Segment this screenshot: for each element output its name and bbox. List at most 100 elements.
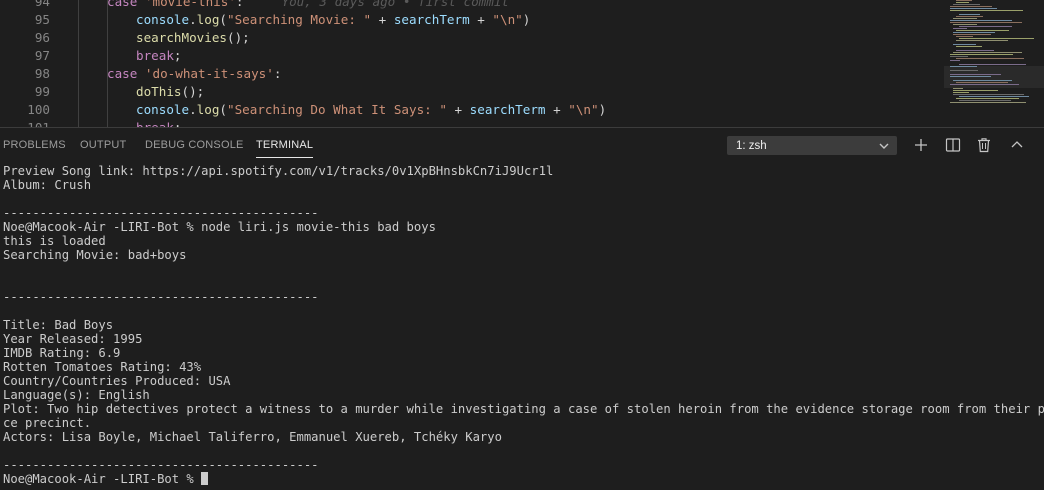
minimap-line <box>953 90 998 91</box>
code-text: doThis(); <box>136 83 204 101</box>
terminal-select[interactable]: 1: zsh <box>727 136 897 155</box>
code-token: break <box>136 120 174 127</box>
minimap-line <box>950 54 1013 55</box>
terminal-line: Rotten Tomatoes Rating: 43% <box>3 360 202 374</box>
code-token: ) <box>598 102 607 117</box>
chevron-up-icon[interactable] <box>1008 136 1026 154</box>
minimap-line <box>950 6 992 7</box>
code-token: (); <box>227 30 250 45</box>
line-number: 99 <box>34 84 50 99</box>
code-token: console <box>136 12 190 27</box>
terminal-prompt-line[interactable]: Noe@Macook-Air -LIRI-Bot % <box>3 472 1041 486</box>
code-line[interactable]: 99 doThis(); <box>0 83 940 101</box>
minimap-line <box>950 20 1012 21</box>
minimap-line <box>953 52 1022 53</box>
minimap-line <box>950 22 1022 23</box>
minimap-line <box>959 26 1012 27</box>
terminal-line: ----------------------------------------… <box>3 290 319 304</box>
tab-output[interactable]: OUTPUT <box>80 128 126 162</box>
code-line[interactable]: 98 case 'do-what-it-says': <box>0 65 940 83</box>
minimap[interactable] <box>940 0 1044 127</box>
code-line[interactable]: 95 console.log("Searching Movie: " + sear… <box>0 11 940 29</box>
code-token: + <box>469 12 493 27</box>
split-terminal-icon[interactable] <box>944 136 962 154</box>
terminal-line: Language(s): English <box>3 388 150 402</box>
code-token: ( <box>219 12 228 27</box>
code-token: searchMovies <box>136 30 227 45</box>
code-line[interactable]: 100 console.log("Searching Do What It Say… <box>0 101 940 119</box>
minimap-line <box>959 64 1026 65</box>
minimap-line <box>950 76 991 77</box>
code-text: break; <box>136 47 182 65</box>
tab-problems[interactable]: PROBLEMS <box>3 128 66 162</box>
code-editor[interactable]: 94 case 'movie-this': You, 3 days ago • fi… <box>0 0 1044 127</box>
code-token: log <box>196 12 220 27</box>
minimap-line <box>956 16 983 17</box>
code-token: case <box>107 0 145 9</box>
terminal-line: ----------------------------------------… <box>3 206 319 220</box>
terminal-line: ----------------------------------------… <box>3 458 319 472</box>
terminal-line: Plot: Two hip detectives protect a witne… <box>3 402 1044 416</box>
code-token: break <box>136 48 174 63</box>
minimap-line <box>953 4 980 5</box>
code-token: : <box>235 0 244 9</box>
code-line[interactable]: 94 case 'movie-this': You, 3 days ago • fi… <box>0 0 940 11</box>
minimap-line <box>950 60 960 61</box>
code-token: "\n" <box>568 102 599 117</box>
minimap-line <box>956 36 973 37</box>
terminal-output[interactable]: Preview Song link: https://api.spotify.c… <box>3 164 1044 486</box>
terminal-line: Actors: Lisa Boyle, Michael Taliferro, E… <box>3 430 502 444</box>
code-token: case <box>107 66 145 81</box>
trash-icon[interactable] <box>975 136 993 154</box>
line-number: 97 <box>34 48 50 63</box>
minimap-line <box>950 66 977 67</box>
code-token: + <box>371 12 394 27</box>
terminal-cursor <box>201 472 209 485</box>
terminal-select-value: 1: zsh <box>736 140 767 152</box>
code-token: ; <box>173 48 182 63</box>
minimap-line <box>953 24 977 25</box>
code-token: + <box>446 102 470 117</box>
code-token: "\n" <box>492 12 523 27</box>
minimap-line <box>950 56 968 57</box>
code-token: "Searching Movie: " <box>227 12 372 27</box>
git-blame-annotation: You, 3 days ago • first commit <box>281 0 509 9</box>
line-number: 96 <box>34 30 50 45</box>
minimap-line <box>953 18 977 19</box>
minimap-line <box>953 92 969 93</box>
terminal-lines: Preview Song link: https://api.spotify.c… <box>3 164 1044 472</box>
tab-debug-console[interactable]: DEBUG CONSOLE <box>145 128 244 162</box>
minimap-line <box>956 98 1019 99</box>
code-token: (); <box>181 84 205 99</box>
minimap-line <box>959 14 980 15</box>
terminal-line: Preview Song link: https://api.spotify.c… <box>3 164 554 178</box>
code-token: log <box>196 102 220 117</box>
code-token: searchTerm <box>393 12 470 27</box>
code-token: ) <box>522 12 531 27</box>
new-terminal-icon[interactable] <box>912 136 930 154</box>
minimap-line <box>950 70 978 71</box>
line-number: 94 <box>34 0 50 9</box>
minimap-line <box>953 94 1024 95</box>
code-token: . <box>189 12 197 27</box>
minimap-line <box>953 32 995 33</box>
code-line[interactable]: 96 searchMovies(); <box>0 29 940 47</box>
code-line[interactable]: 101 break; <box>0 119 940 127</box>
code-line[interactable]: 97 break; <box>0 47 940 65</box>
line-number: 101 <box>0 119 50 127</box>
minimap-line <box>950 8 997 9</box>
minimap-line <box>956 0 972 1</box>
code-text: case 'movie-this': You, 3 days ago • firs… <box>107 0 509 11</box>
tab-terminal[interactable]: TERMINAL <box>256 128 314 162</box>
minimap-line <box>956 46 982 47</box>
code-token: 'do-what-it-says' <box>144 66 274 81</box>
minimap-line <box>950 74 1001 75</box>
terminal-line: IMDB Rating: 6.9 <box>3 346 121 360</box>
terminal-prompt: Noe@Macook-Air -LIRI-Bot % <box>3 472 202 486</box>
code-text: console.log("Searching Movie: " + search… <box>136 11 530 29</box>
minimap-line <box>959 96 1029 97</box>
code-token: 'movie-this' <box>144 0 236 9</box>
